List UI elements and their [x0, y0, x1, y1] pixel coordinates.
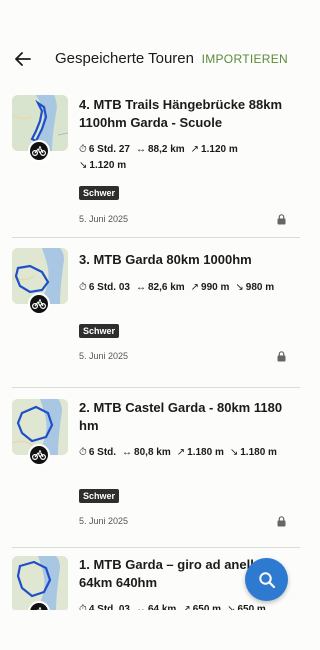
tour-ascent: 1.120 m	[201, 144, 238, 155]
distance-arrows-icon: ↔	[135, 282, 146, 293]
bicycle-icon	[28, 444, 50, 466]
distance-arrows-icon: ↔	[135, 144, 146, 155]
tour-distance: 82,6 km	[147, 282, 185, 293]
tour-title: 3. MTB Garda 80km 1000hm	[79, 252, 252, 267]
tour-card[interactable]: 2. MTB Castel Garda - 80km 1180 hm ⏱ 6 St…	[12, 388, 300, 548]
difficulty-badge: Schwer	[79, 324, 120, 338]
tour-card[interactable]: 4. MTB Trails Hängebrücke 88km 1100hm Ga…	[12, 90, 300, 238]
arrow-up-right-icon: ↗	[190, 282, 200, 293]
tour-ascent: 1.180 m	[187, 447, 224, 458]
stopwatch-icon: ⏱	[79, 447, 87, 458]
arrow-left-icon	[15, 52, 31, 66]
difficulty-badge: Schwer	[79, 186, 120, 200]
tour-duration: 6 Std. 27	[88, 144, 130, 155]
arrow-up-right-icon: ↗	[176, 447, 186, 458]
tour-descent: 1.120 m	[89, 160, 127, 171]
tour-stats: ⏱ 6 Std. 27 ↔ 88,2 km ↗ 1.120 m↘ 1.120 m	[79, 142, 289, 174]
import-button[interactable]: IMPORTIEREN	[202, 52, 288, 66]
tour-descent: 1.180 m	[240, 447, 277, 458]
tour-stats: ⏱ 6 Std. ↔ 80,8 km ↗ 1.180 m ↘ 1.180 m	[79, 445, 289, 461]
lock-icon	[277, 516, 286, 527]
back-button[interactable]	[12, 49, 34, 69]
distance-arrows-icon: ↔	[122, 447, 133, 458]
tour-duration: 6 Std.	[88, 447, 117, 458]
arrow-down-right-icon: ↘	[79, 160, 88, 171]
tour-title: 2. MTB Castel Garda - 80km 1180 hm	[79, 400, 283, 433]
bicycle-icon	[28, 140, 50, 162]
bottom-area	[0, 610, 300, 650]
stopwatch-icon: ⏱	[79, 144, 87, 155]
search-icon	[258, 571, 275, 588]
search-button[interactable]	[245, 558, 288, 601]
arrow-down-right-icon: ↘	[229, 447, 239, 458]
arrow-up-right-icon: ↗	[190, 144, 200, 155]
tour-distance: 80,8 km	[134, 447, 171, 458]
tour-distance: 88,2 km	[147, 144, 185, 155]
lock-icon	[277, 214, 286, 225]
page-title: Gespeicherte Touren	[55, 50, 194, 67]
difficulty-badge: Schwer	[79, 489, 120, 503]
tour-title: 4. MTB Trails Hängebrücke 88km 1100hm Ga…	[79, 97, 283, 130]
tour-date: 5. Juni 2025	[79, 214, 129, 224]
tour-duration: 6 Std. 03	[88, 282, 130, 293]
tour-card[interactable]: 3. MTB Garda 80km 1000hm ⏱ 6 Std. 03 ↔ 82,6…	[12, 238, 300, 388]
tour-date: 5. Juni 2025	[79, 351, 129, 361]
tour-date: 5. Juni 2025	[79, 516, 129, 526]
tour-descent: 980 m	[245, 282, 275, 293]
stopwatch-icon: ⏱	[79, 282, 87, 293]
bicycle-icon	[28, 293, 50, 315]
tour-stats: ⏱ 6 Std. 03 ↔ 82,6 km ↗ 990 m ↘ 980 m	[79, 280, 289, 296]
arrow-down-right-icon: ↘	[235, 282, 244, 293]
tour-ascent: 990 m	[201, 282, 230, 293]
tour-title: 1. MTB Garda – giro ad anello 64km 640hm	[79, 557, 262, 590]
lock-icon	[277, 351, 286, 362]
